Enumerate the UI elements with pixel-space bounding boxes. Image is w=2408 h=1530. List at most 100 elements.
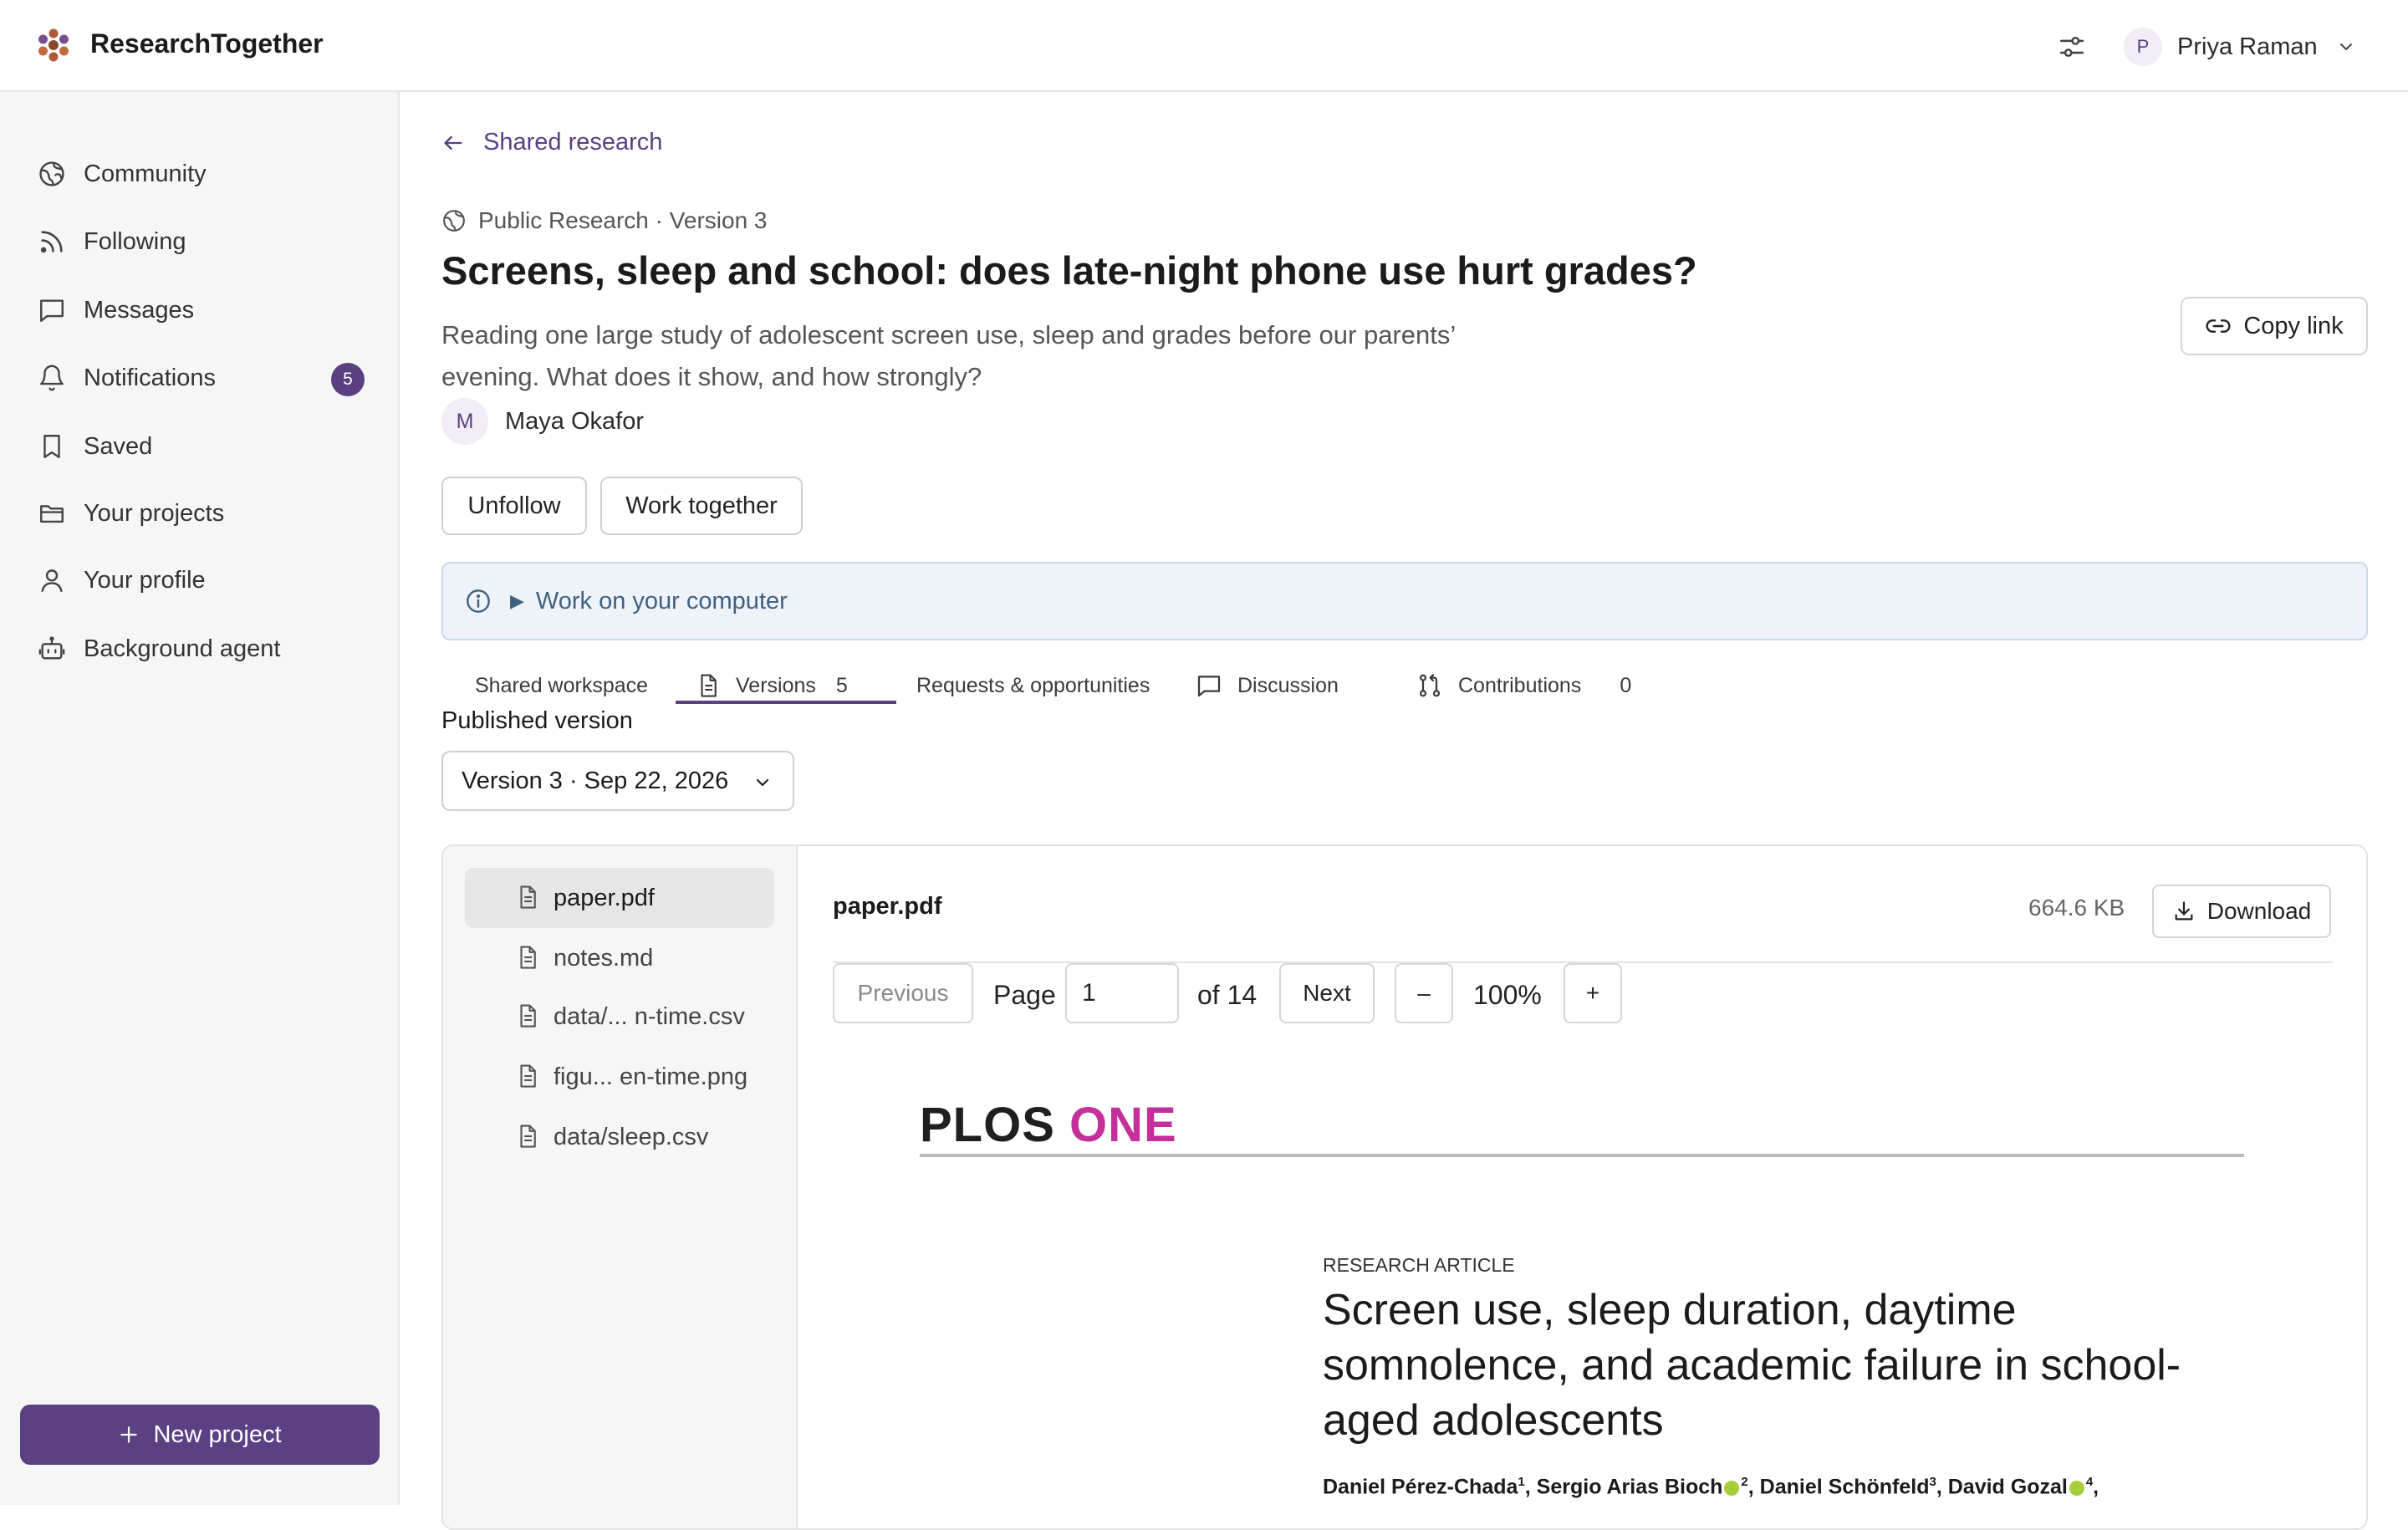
file-item[interactable]: data/sleep.csv bbox=[465, 1107, 774, 1167]
journal-rule bbox=[920, 1154, 2244, 1157]
author-name: Daniel Pérez-Chada bbox=[1323, 1475, 1518, 1499]
sidebar-item-background-agent[interactable]: Background agent bbox=[35, 625, 365, 672]
settings-sliders-button[interactable] bbox=[2053, 28, 2090, 65]
zoom-in-button[interactable]: + bbox=[1564, 963, 1622, 1023]
tab-label: Contributions bbox=[1458, 673, 1582, 697]
sidebar-item-community[interactable]: Community bbox=[35, 150, 365, 197]
version-select[interactable]: Version 3 · Sep 22, 2026 bbox=[441, 751, 794, 811]
sidebar-item-following[interactable]: Following bbox=[35, 218, 365, 265]
user-avatar: P bbox=[2124, 28, 2162, 66]
file-item[interactable]: figu... en-time.png bbox=[465, 1047, 774, 1107]
tab-count: 5 bbox=[835, 673, 848, 697]
file-name: paper.pdf bbox=[554, 884, 655, 911]
tab-requests-opportunities[interactable]: Requests & opportunities bbox=[916, 669, 1150, 702]
viewer-file-name: paper.pdf bbox=[833, 893, 942, 920]
rss-icon bbox=[35, 225, 69, 258]
page-label: Page bbox=[993, 980, 1056, 1010]
git-pull-request-icon bbox=[1419, 674, 1441, 697]
download-icon bbox=[2175, 901, 2193, 921]
file-item[interactable]: paper.pdf bbox=[465, 868, 774, 928]
info-label: Work on your computer bbox=[535, 587, 788, 615]
download-button[interactable]: Download bbox=[2152, 885, 2331, 938]
file-item[interactable]: data/... n-time.csv bbox=[465, 987, 774, 1047]
copy-link-label: Copy link bbox=[2243, 312, 2344, 339]
folder-icon bbox=[35, 497, 69, 530]
author-name: Daniel Schönfeld bbox=[1759, 1475, 1930, 1499]
research-meta: Public Research · Version 3 bbox=[441, 207, 768, 234]
globe-icon bbox=[443, 210, 465, 232]
sidebar-item-your-profile[interactable]: Your profile bbox=[35, 557, 365, 604]
chevron-down-icon bbox=[756, 778, 769, 787]
notification-count-badge: 5 bbox=[331, 363, 365, 396]
work-on-computer-disclosure[interactable]: ▶ Work on your computer bbox=[441, 562, 2368, 640]
app-logo-icon[interactable] bbox=[35, 27, 72, 64]
active-tab-indicator bbox=[676, 701, 896, 704]
orcid-icon bbox=[1724, 1480, 1740, 1496]
user-menu[interactable]: P Priya Raman bbox=[2124, 25, 2356, 69]
author-name: David Gozal bbox=[1947, 1475, 2068, 1499]
author-affiliation: 1 bbox=[1518, 1475, 1525, 1489]
author-affiliation: 4 bbox=[2085, 1475, 2094, 1489]
page-number-input[interactable] bbox=[1065, 963, 1179, 1023]
published-version-label: Published version bbox=[441, 707, 633, 734]
sidebar-item-your-projects[interactable]: Your projects bbox=[35, 490, 365, 537]
sidebar-item-label: Your projects bbox=[84, 499, 225, 527]
file-name: notes.md bbox=[554, 944, 654, 972]
new-project-label: New project bbox=[153, 1420, 282, 1448]
sidebar-item-label: Messages bbox=[84, 296, 195, 324]
user-icon bbox=[35, 564, 69, 597]
info-icon bbox=[467, 589, 490, 613]
file-name: data/... n-time.csv bbox=[554, 1002, 745, 1030]
globe-icon bbox=[35, 157, 69, 191]
file-size: 664.6 KB bbox=[2028, 895, 2125, 921]
tab-count: 0 bbox=[1620, 673, 1632, 697]
file-icon bbox=[520, 946, 536, 969]
file-panel: paper.pdf notes.md data/... n-time.csv f… bbox=[441, 844, 2368, 1530]
zoom-out-button[interactable]: – bbox=[1395, 963, 1453, 1023]
unfollow-button[interactable]: Unfollow bbox=[441, 477, 587, 535]
back-label: Shared research bbox=[483, 129, 663, 156]
article-authors: Daniel Pérez-Chada1, Sergio Arias Bioch 2… bbox=[1323, 1475, 2099, 1499]
sidebar-item-label: Your profile bbox=[84, 566, 206, 594]
work-together-button[interactable]: Work together bbox=[600, 477, 803, 535]
author-name: Sergio Arias Bioch bbox=[1536, 1475, 1723, 1499]
author-name: Maya Okafor bbox=[505, 407, 644, 435]
new-project-button[interactable]: New project bbox=[20, 1405, 380, 1465]
plus-icon bbox=[120, 1426, 138, 1443]
tab-versions[interactable]: Versions 5 bbox=[696, 669, 848, 702]
next-page-button[interactable]: Next bbox=[1279, 963, 1375, 1023]
tab-label: Requests & opportunities bbox=[916, 673, 1150, 697]
file-name: figu... en-time.png bbox=[554, 1063, 748, 1090]
sidebar-item-label: Following bbox=[84, 227, 186, 255]
sidebar-item-label: Notifications bbox=[84, 364, 216, 391]
sidebar-item-label: Saved bbox=[84, 432, 153, 460]
logo-part: ONE bbox=[1069, 1098, 1177, 1152]
meta-text: Public Research · Version 3 bbox=[478, 207, 768, 233]
sidebar: Community Following Messages Notificatio… bbox=[0, 92, 400, 1505]
version-select-value: Version 3 · Sep 22, 2026 bbox=[462, 767, 729, 794]
author-affiliation: 3 bbox=[1929, 1475, 1936, 1489]
sidebar-item-label: Background agent bbox=[84, 635, 281, 662]
sidebar-item-messages[interactable]: Messages bbox=[35, 287, 365, 334]
app-name: ResearchTogether bbox=[90, 28, 324, 59]
back-link[interactable]: Shared research bbox=[441, 129, 662, 156]
download-label: Download bbox=[2206, 898, 2312, 924]
arrow-left-icon bbox=[444, 135, 462, 150]
tab-contributions[interactable]: Contributions 0 bbox=[1416, 669, 1631, 702]
sidebar-item-notifications[interactable]: Notifications 5 bbox=[35, 354, 365, 401]
tab-label: Shared workspace bbox=[475, 673, 649, 697]
page-total: of 14 bbox=[1197, 980, 1258, 1010]
author[interactable]: M Maya Okafor bbox=[441, 398, 644, 445]
message-icon bbox=[35, 293, 69, 327]
chevron-down-icon bbox=[2339, 43, 2352, 50]
author-avatar: M bbox=[441, 398, 488, 445]
file-item[interactable]: notes.md bbox=[465, 928, 774, 988]
link-icon bbox=[2206, 319, 2231, 333]
document-icon bbox=[701, 674, 717, 697]
previous-page-button[interactable]: Previous bbox=[833, 963, 973, 1023]
tab-shared-workspace[interactable]: Shared workspace bbox=[475, 669, 648, 702]
copy-link-button[interactable]: Copy link bbox=[2181, 297, 2368, 355]
page-title: Screens, sleep and school: does late-nig… bbox=[441, 248, 1697, 293]
tab-discussion[interactable]: Discussion bbox=[1196, 669, 1339, 702]
sidebar-item-saved[interactable]: Saved bbox=[35, 423, 365, 470]
